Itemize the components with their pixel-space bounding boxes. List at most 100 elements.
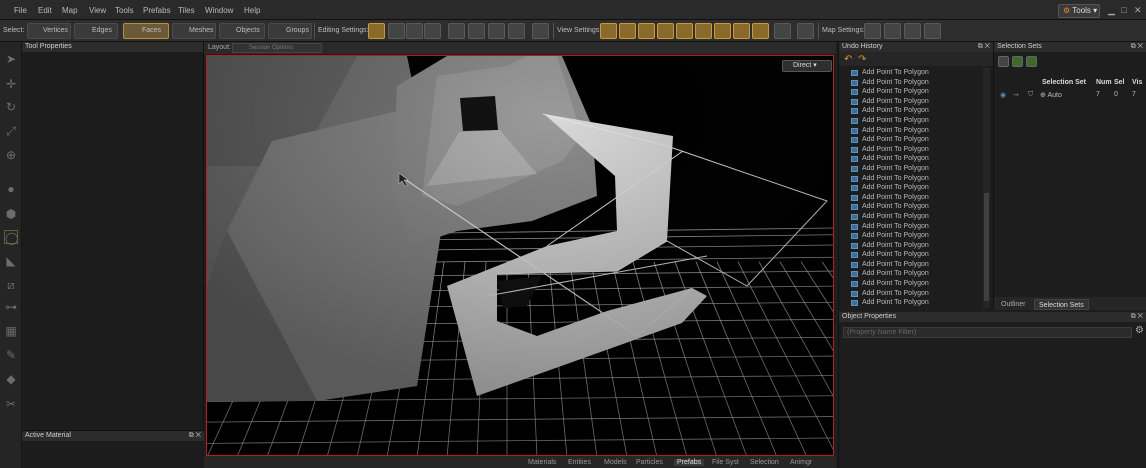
tab-particles[interactable]: Particles: [636, 459, 663, 466]
undo-history-item[interactable]: Add Point To Polygon: [839, 154, 985, 164]
camera-mode-dropdown[interactable]: Direct ▾: [782, 60, 832, 72]
map-icon[interactable]: [864, 23, 881, 39]
view-toggle-icon[interactable]: [752, 23, 769, 39]
grid-snap-icon[interactable]: [388, 23, 405, 39]
pivot-tool-icon[interactable]: ⊕: [4, 148, 18, 162]
undo-history-item[interactable]: Add Point To Polygon: [839, 87, 985, 97]
select-edges-button[interactable]: Edges: [74, 23, 118, 39]
viewport-scene[interactable]: [207, 56, 834, 456]
close-icon[interactable]: ✕: [1134, 5, 1142, 16]
undo-history-item[interactable]: Add Point To Polygon: [839, 145, 985, 155]
clip-tool-icon[interactable]: ⧄: [4, 278, 18, 292]
tab-prefabs[interactable]: Prefabs: [674, 459, 705, 466]
minimize-icon[interactable]: ▁: [1108, 5, 1115, 16]
visibility-eye-icon[interactable]: ◉: [1000, 91, 1006, 99]
select-meshes-button[interactable]: Meshes: [172, 23, 216, 39]
path-tool-icon[interactable]: ⊶: [4, 300, 18, 314]
menu-edit[interactable]: Edit: [38, 6, 52, 15]
redo-icon[interactable]: ↷: [858, 54, 866, 65]
undo-history-item[interactable]: Add Point To Polygon: [839, 269, 985, 279]
map-icon[interactable]: [884, 23, 901, 39]
select-faces-button[interactable]: Faces: [123, 23, 169, 39]
editing-mode-icon[interactable]: [368, 23, 385, 39]
undo-scrollbar[interactable]: [983, 68, 990, 308]
menu-help[interactable]: Help: [244, 6, 260, 15]
undo-history-item[interactable]: Add Point To Polygon: [839, 241, 985, 251]
tab-outliner[interactable]: Outliner: [997, 299, 1030, 310]
undo-history-item[interactable]: Add Point To Polygon: [839, 78, 985, 88]
tab-animgraph[interactable]: Animgr: [790, 459, 812, 466]
view-toggle-icon[interactable]: [619, 23, 636, 39]
column-sel[interactable]: Sel: [1114, 79, 1125, 86]
lock-icon[interactable]: ⇝: [1013, 91, 1019, 99]
move-tool-icon[interactable]: ✛: [4, 77, 18, 91]
uv-lock-icon[interactable]: [468, 23, 485, 39]
column-num[interactable]: Num: [1096, 79, 1112, 86]
menu-tools[interactable]: Tools: [115, 6, 134, 15]
menu-tiles[interactable]: Tiles: [178, 6, 195, 15]
display-icon[interactable]: [797, 23, 814, 39]
undo-history-item[interactable]: Add Point To Polygon: [839, 279, 985, 289]
menu-view[interactable]: View: [89, 6, 106, 15]
maximize-icon[interactable]: □: [1121, 5, 1126, 15]
undo-history-item[interactable]: Add Point To Polygon: [839, 298, 985, 308]
column-selection-set[interactable]: Selection Set: [1042, 79, 1086, 86]
map-icon[interactable]: [904, 23, 921, 39]
tab-materials[interactable]: Materials: [528, 459, 556, 466]
scrollbar-thumb[interactable]: [984, 193, 989, 301]
view-toggle-icon[interactable]: [733, 23, 750, 39]
tools-dropdown-button[interactable]: ⚙ Tools ▾: [1058, 4, 1100, 18]
undo-history-item[interactable]: Add Point To Polygon: [839, 222, 985, 232]
scale-tool-icon[interactable]: ⤢: [4, 124, 18, 138]
stairs-tool-icon[interactable]: ◣: [4, 254, 18, 268]
scissors-tool-icon[interactable]: ✂: [4, 397, 18, 411]
layer-tool-icon[interactable]: ◆: [4, 372, 18, 386]
tab-models[interactable]: Models: [604, 459, 627, 466]
tab-selection[interactable]: Selection: [750, 459, 779, 466]
texture-lock-icon[interactable]: [448, 23, 465, 39]
undo-history-item[interactable]: Add Point To Polygon: [839, 164, 985, 174]
view-toggle-icon[interactable]: [638, 23, 655, 39]
rotate-tool-icon[interactable]: ↻: [4, 100, 18, 114]
undo-icon[interactable]: ↶: [844, 54, 852, 65]
undo-history-item[interactable]: Add Point To Polygon: [839, 174, 985, 184]
undo-history-item[interactable]: Add Point To Polygon: [839, 193, 985, 203]
view-toggle-icon[interactable]: [657, 23, 674, 39]
column-vis[interactable]: Vis: [1132, 79, 1142, 86]
gamepad-icon[interactable]: [532, 23, 549, 39]
selection-set-row[interactable]: ⊕ Auto: [1040, 91, 1062, 99]
select-groups-button[interactable]: Groups: [268, 23, 312, 39]
panel-dock-close-icon[interactable]: ⧉ ✕: [1131, 42, 1143, 52]
select-tool-icon[interactable]: ➤: [4, 52, 18, 66]
polygon-tool-icon[interactable]: ◯: [4, 230, 18, 245]
undo-history-item[interactable]: Add Point To Polygon: [839, 289, 985, 299]
view-toggle-icon[interactable]: [695, 23, 712, 39]
texture-tool-icon[interactable]: ▦: [4, 324, 18, 338]
add-to-set-icon[interactable]: [1012, 56, 1023, 67]
select-vertices-button[interactable]: Vertices: [27, 23, 71, 39]
tab-entities[interactable]: Entities: [568, 459, 591, 466]
panel-dock-close-icon[interactable]: ⧉ ✕: [978, 42, 990, 52]
lighting-icon[interactable]: [774, 23, 791, 39]
view-toggle-icon[interactable]: [676, 23, 693, 39]
undo-history-item[interactable]: Add Point To Polygon: [839, 116, 985, 126]
wireframe-icon[interactable]: [424, 23, 441, 39]
local-space-icon[interactable]: [488, 23, 505, 39]
undo-history-item[interactable]: Add Point To Polygon: [839, 202, 985, 212]
undo-history-item[interactable]: Add Point To Polygon: [839, 183, 985, 193]
menu-file[interactable]: File: [14, 6, 27, 15]
menu-map[interactable]: Map: [62, 6, 78, 15]
tab-selection-sets[interactable]: Selection Sets: [1034, 299, 1089, 310]
map-icon[interactable]: [924, 23, 941, 39]
undo-history-item[interactable]: Add Point To Polygon: [839, 260, 985, 270]
3d-viewport[interactable]: Direct ▾: [206, 55, 834, 456]
undo-history-item[interactable]: Add Point To Polygon: [839, 126, 985, 136]
block-tool-icon[interactable]: ⬢: [4, 207, 18, 221]
pivot-icon[interactable]: [406, 23, 423, 39]
select-objects-button[interactable]: Objects: [219, 23, 265, 39]
undo-history-item[interactable]: Add Point To Polygon: [839, 106, 985, 116]
grid-icon[interactable]: [508, 23, 525, 39]
light-tool-icon[interactable]: ●: [4, 182, 18, 196]
view-toggle-icon[interactable]: [714, 23, 731, 39]
paint-tool-icon[interactable]: ✎: [4, 348, 18, 362]
